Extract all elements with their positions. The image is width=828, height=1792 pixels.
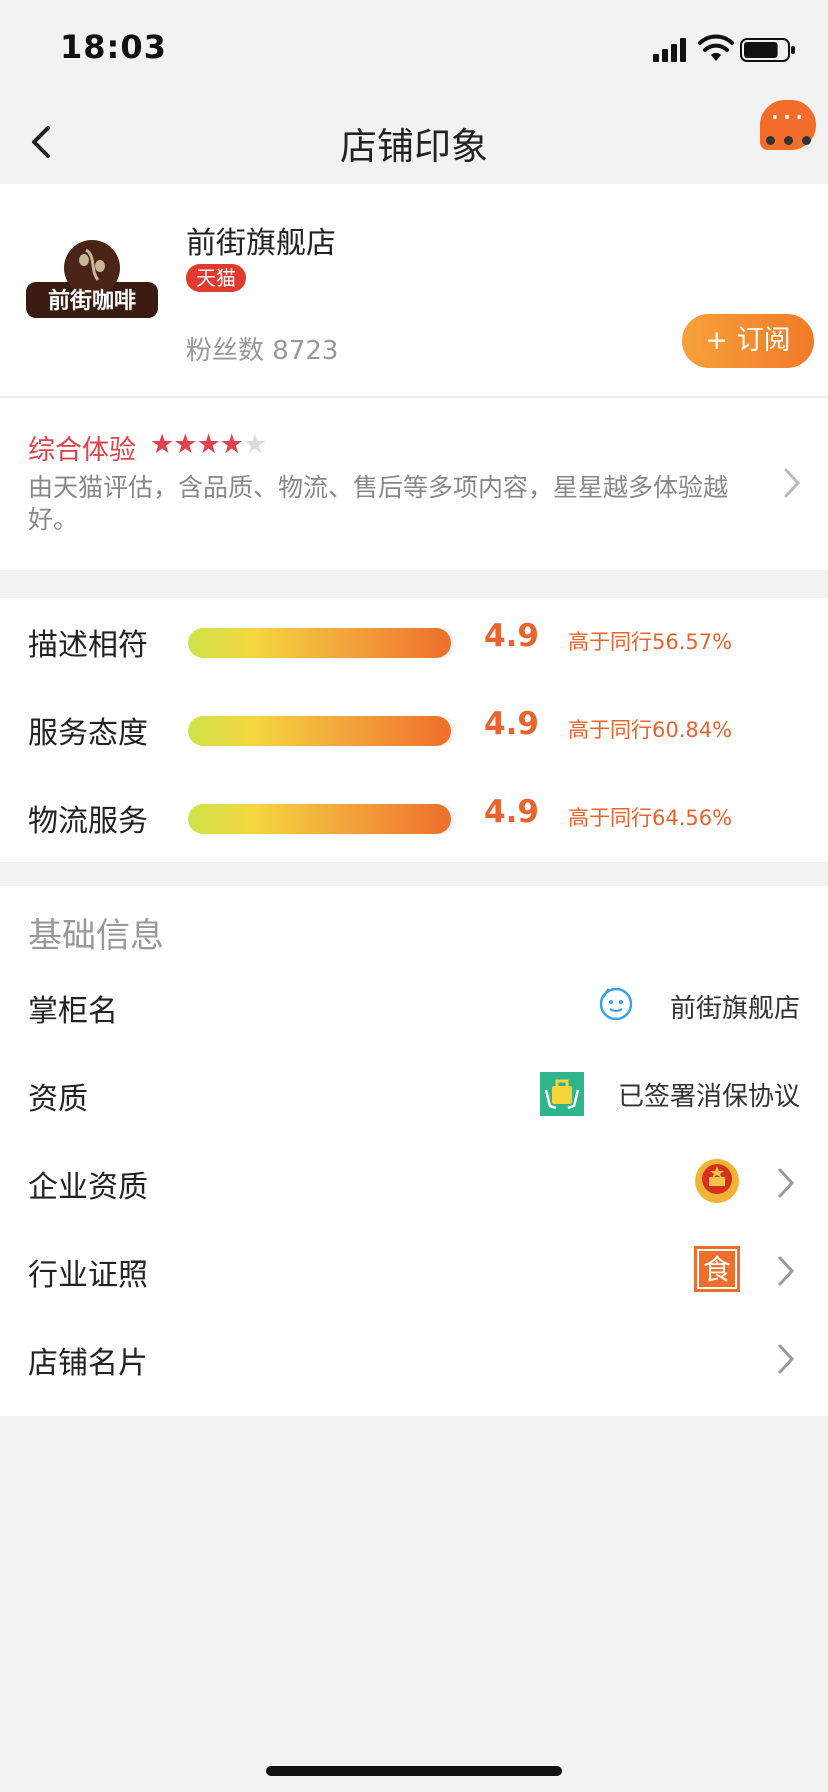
fans-count: 8723 bbox=[272, 336, 339, 366]
battery-icon bbox=[740, 38, 795, 62]
experience-title: 综合体验 bbox=[28, 435, 136, 466]
experience-description: 由天猫评估，含品质、物流、售后等多项内容，星星越多体验越好。 bbox=[28, 473, 729, 534]
chevron-right-icon bbox=[778, 1344, 795, 1374]
rating-score: 4.9 bbox=[484, 794, 539, 830]
tmall-badge: 天猫 bbox=[186, 264, 246, 292]
rating-bar bbox=[188, 628, 456, 658]
dsr-ratings-card: 描述相符 4.9 高于同行56.57% 服务态度 4.9 高于同行60.84% … bbox=[0, 598, 828, 862]
section-title: 基础信息 bbox=[28, 916, 164, 956]
info-label: 资质 bbox=[28, 1082, 88, 1117]
rating-bar bbox=[188, 804, 456, 834]
wangwang-chat-icon[interactable] bbox=[598, 986, 634, 1022]
rating-score: 4.9 bbox=[484, 706, 539, 742]
shopkeeper-name: 前街旗舰店 bbox=[669, 994, 800, 1024]
info-label: 行业证照 bbox=[28, 1258, 148, 1293]
rating-row-logistics: 物流服务 4.9 高于同行64.56% bbox=[0, 774, 828, 862]
national-emblem-icon bbox=[695, 1159, 739, 1203]
rating-bar bbox=[188, 716, 456, 746]
star-filled-icon: ★ bbox=[196, 429, 221, 460]
rating-row-description: 描述相符 4.9 高于同行56.57% bbox=[0, 598, 828, 686]
navigation-bar: 店铺印象 ··· bbox=[0, 100, 828, 184]
basic-info-card: 基础信息 掌柜名 前街旗舰店 资质 已签署消保协议 企业资质 行业证照 食 店铺… bbox=[0, 886, 828, 1416]
info-row-enterprise-qualification[interactable]: 企业资质 bbox=[0, 1138, 828, 1226]
info-label: 掌柜名 bbox=[28, 994, 118, 1029]
svg-text:前街咖啡: 前街咖啡 bbox=[48, 288, 136, 314]
chevron-right-icon bbox=[778, 1168, 795, 1198]
rating-bar-fill bbox=[188, 628, 451, 658]
rating-label: 描述相符 bbox=[28, 628, 148, 663]
qualification-value: 已签署消保协议 bbox=[617, 1082, 800, 1112]
chevron-right-icon bbox=[778, 1256, 795, 1286]
chevron-right-icon bbox=[784, 468, 801, 498]
home-indicator[interactable] bbox=[266, 1766, 562, 1776]
rating-compare: 高于同行64.56% bbox=[568, 806, 733, 830]
status-time: 18:03 bbox=[60, 28, 167, 66]
store-header-card: 前街咖啡 前街旗舰店 天猫 粉丝数 8723 + 订阅 bbox=[0, 184, 828, 396]
info-row-industry-license[interactable]: 行业证照 食 bbox=[0, 1226, 828, 1314]
rating-row-service: 服务态度 4.9 高于同行60.84% bbox=[0, 686, 828, 774]
food-license-icon: 食 bbox=[694, 1246, 740, 1292]
rating-compare: 高于同行56.57% bbox=[568, 630, 733, 654]
more-dots-icon bbox=[762, 136, 818, 148]
star-empty-icon: ★ bbox=[242, 429, 268, 460]
fans-count-text: 粉丝数 8723 bbox=[186, 330, 338, 367]
star-filled-icon: ★ bbox=[219, 429, 244, 460]
info-label: 店铺名片 bbox=[28, 1346, 148, 1381]
info-row-qualification: 资质 已签署消保协议 bbox=[0, 1050, 828, 1138]
star-rating: ★★★★★ bbox=[150, 429, 268, 460]
status-bar: 18:03 bbox=[0, 0, 828, 100]
info-row-shopkeeper[interactable]: 掌柜名 前街旗舰店 bbox=[0, 962, 828, 1050]
page-title: 店铺印象 bbox=[340, 125, 488, 168]
fans-label: 粉丝数 bbox=[186, 336, 265, 366]
star-filled-icon: ★ bbox=[150, 429, 175, 460]
rating-label: 服务态度 bbox=[28, 716, 148, 751]
overall-experience-row[interactable]: 综合体验 ★★★★★ 由天猫评估，含品质、物流、售后等多项内容，星星越多体验越好… bbox=[0, 398, 828, 570]
rating-bar-fill bbox=[188, 716, 451, 746]
store-logo[interactable]: 前街咖啡 bbox=[26, 236, 158, 346]
rating-bar-fill bbox=[188, 804, 451, 834]
wifi-icon bbox=[698, 34, 734, 61]
info-row-store-card[interactable]: 店铺名片 bbox=[0, 1314, 828, 1402]
star-filled-icon: ★ bbox=[173, 429, 198, 460]
info-label: 企业资质 bbox=[28, 1170, 148, 1205]
rating-label: 物流服务 bbox=[28, 804, 148, 839]
rating-score: 4.9 bbox=[484, 618, 539, 654]
consumer-protection-icon bbox=[540, 1072, 584, 1116]
cellular-signal-icon bbox=[653, 38, 686, 62]
rating-compare: 高于同行60.84% bbox=[568, 718, 733, 742]
store-name: 前街旗舰店 bbox=[186, 226, 336, 261]
subscribe-button[interactable]: + 订阅 bbox=[682, 314, 814, 368]
svg-text:食: 食 bbox=[703, 1253, 731, 1286]
